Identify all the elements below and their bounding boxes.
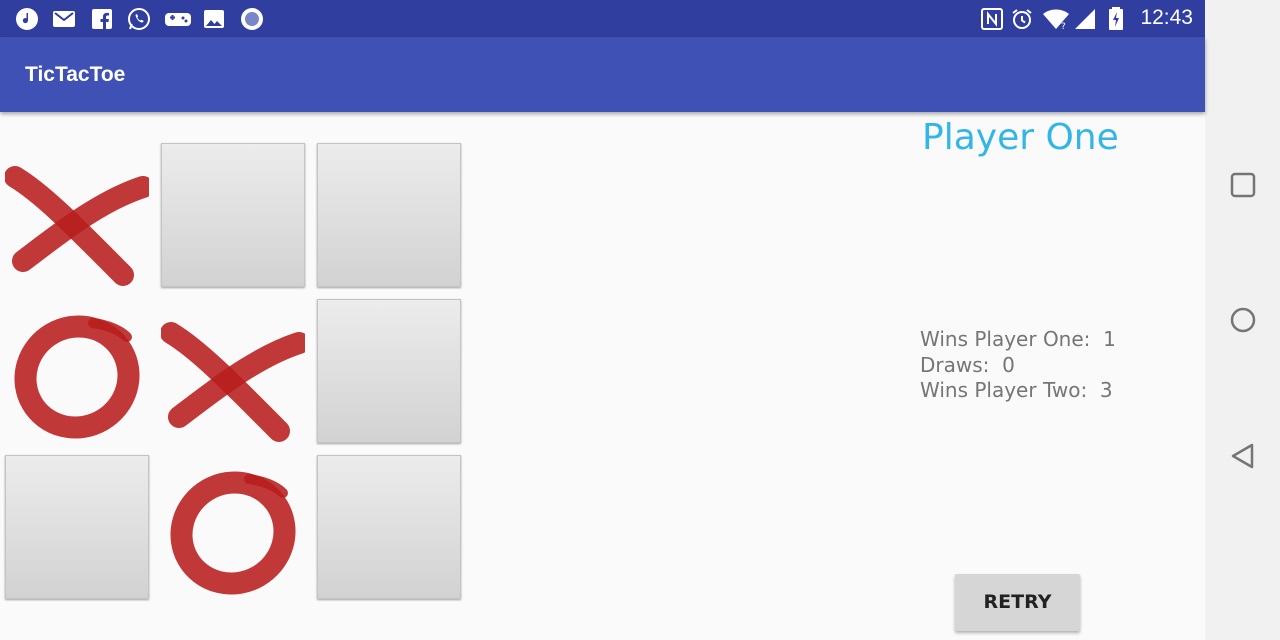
battery-icon	[1104, 7, 1128, 31]
board-cell-3[interactable]	[317, 143, 461, 287]
gamepad-icon	[164, 7, 192, 31]
mail-icon	[52, 7, 76, 31]
facebook-icon	[90, 7, 114, 31]
wins-player-one-value: 1	[1103, 327, 1116, 351]
o-mark-icon	[14, 315, 140, 439]
board-cell-7[interactable]	[5, 455, 149, 599]
app-bar: TicTacToe	[0, 37, 1205, 112]
o-mark-icon	[170, 471, 296, 595]
circle-icon	[1230, 307, 1256, 333]
music-icon	[15, 7, 39, 31]
current-player-label: Player One	[922, 117, 1119, 158]
draws-row: Draws: 0	[920, 353, 1116, 379]
draws-value: 0	[1002, 352, 1015, 377]
board-cell-4[interactable]	[5, 299, 149, 443]
status-bar: ? 12:43	[0, 0, 1205, 37]
score-stats: Wins Player One: 1 Draws: 0 Wins Player …	[920, 327, 1116, 404]
navigation-bar	[1205, 0, 1280, 640]
wins-player-two-value: 3	[1099, 378, 1113, 402]
clock: 12:43	[1140, 6, 1193, 29]
x-mark-icon	[5, 166, 149, 286]
wins-player-one-label: Wins Player One:	[920, 327, 1091, 351]
circle-app-icon	[240, 7, 264, 31]
draws-label: Draws:	[920, 352, 990, 377]
app-title: TicTacToe	[25, 63, 126, 86]
whatsapp-icon	[127, 7, 151, 31]
board-cell-9[interactable]	[317, 455, 461, 599]
home-button[interactable]	[1229, 306, 1257, 334]
recents-button[interactable]	[1229, 171, 1257, 199]
board-cell-5[interactable]	[161, 299, 305, 443]
x-mark-icon	[161, 322, 305, 442]
wifi-icon: ?	[1042, 7, 1070, 31]
wins-player-two-row: Wins Player Two: 3	[920, 378, 1116, 404]
svg-text:?: ?	[1061, 22, 1066, 31]
board-cell-2[interactable]	[161, 143, 305, 287]
image-icon	[202, 7, 226, 31]
nfc-icon	[980, 7, 1004, 31]
board-cell-8[interactable]	[161, 455, 305, 599]
back-button[interactable]	[1229, 442, 1257, 470]
cell-signal-icon	[1073, 7, 1097, 31]
board-cell-6[interactable]	[317, 299, 461, 443]
wins-player-two-label: Wins Player Two:	[920, 378, 1088, 402]
retry-button[interactable]: RETRY	[955, 574, 1080, 631]
wins-player-one-row: Wins Player One: 1	[920, 327, 1116, 353]
square-icon	[1230, 172, 1256, 198]
alarm-icon	[1010, 7, 1034, 31]
board-cell-1[interactable]	[5, 143, 149, 287]
triangle-back-icon	[1231, 443, 1254, 469]
